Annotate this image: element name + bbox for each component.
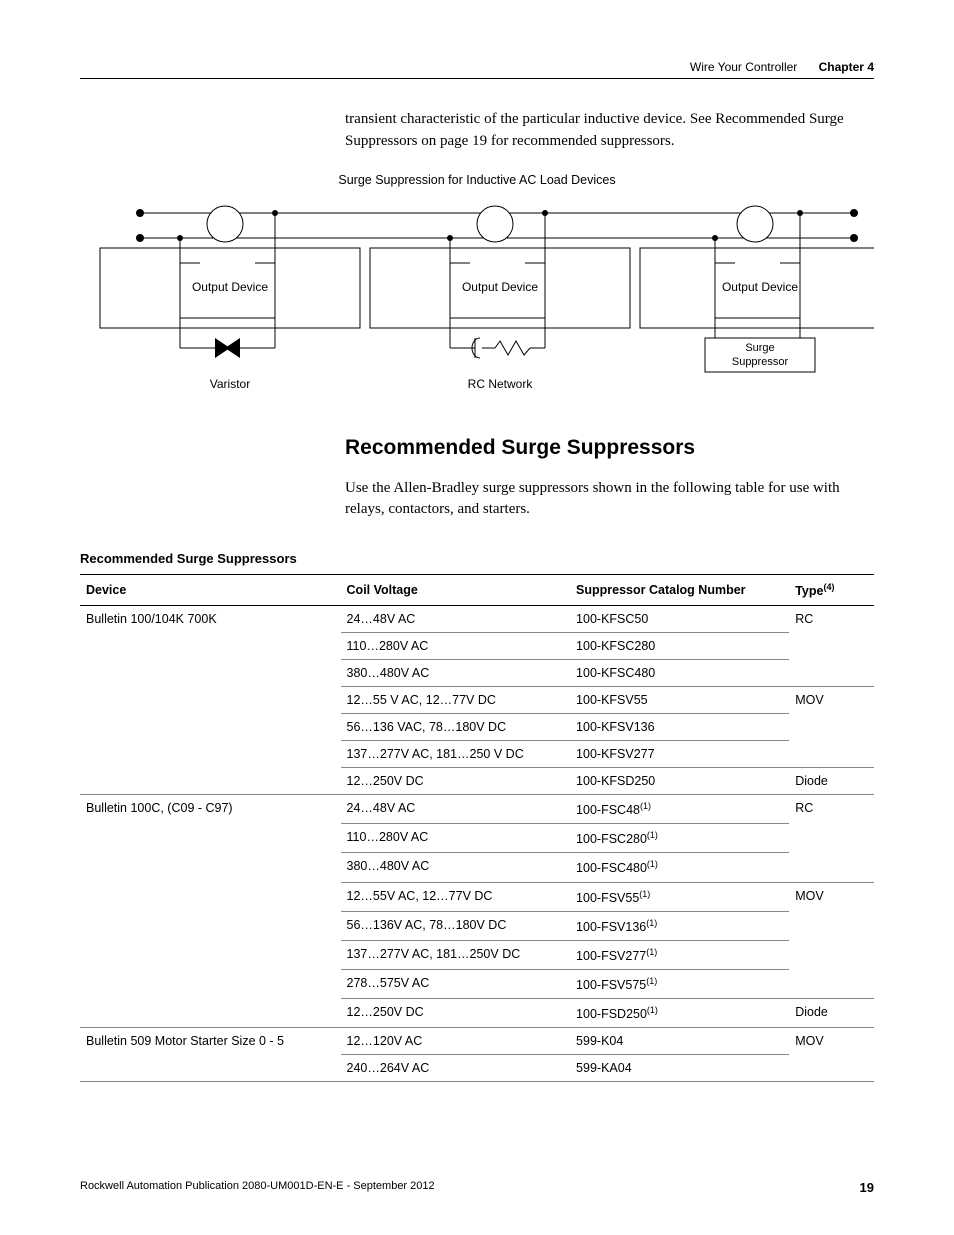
surge-suppression-diagram: Output Device Varistor Output Device (80, 193, 874, 403)
catalog-cell: 100-FSV277(1) (570, 940, 789, 969)
device-cell: Bulletin 100/104K 700K (80, 606, 341, 795)
catalog-cell: 100-KFSV136 (570, 714, 789, 741)
coil-cell: 110…280V AC (341, 824, 571, 853)
surge-suppressor-label-1: Surge (745, 342, 774, 354)
catalog-cell: 100-FSC480(1) (570, 853, 789, 882)
catalog-cell: 100-FSV575(1) (570, 970, 789, 999)
coil-cell: 12…120V AC (341, 1028, 571, 1055)
table-row: Bulletin 100/104K 700K24…48V AC100-KFSC5… (80, 606, 874, 633)
suppressor-table: Device Coil Voltage Suppressor Catalog N… (80, 574, 874, 1082)
publication-info: Rockwell Automation Publication 2080-UM0… (80, 1180, 435, 1195)
catalog-cell: 100-FSV55(1) (570, 882, 789, 911)
page-header: Wire Your Controller Chapter 4 (80, 60, 874, 79)
table-header-row: Device Coil Voltage Suppressor Catalog N… (80, 575, 874, 606)
coil-cell: 56…136V AC, 78…180V DC (341, 911, 571, 940)
coil-cell: 137…277V AC, 181…250 V DC (341, 741, 571, 768)
coil-cell: 12…250V DC (341, 768, 571, 795)
catalog-cell: 599-K04 (570, 1028, 789, 1055)
device-cell: Bulletin 100C, (C09 - C97) (80, 795, 341, 1028)
type-cell: MOV (789, 882, 874, 999)
type-cell: Diode (789, 999, 874, 1028)
output-device-label-3: Output Device (722, 280, 798, 294)
type-cell: MOV (789, 687, 874, 768)
device-cell: Bulletin 509 Motor Starter Size 0 - 5 (80, 1028, 341, 1082)
chapter-label: Chapter 4 (819, 60, 874, 74)
section-title: Wire Your Controller (690, 60, 797, 74)
surge-suppressor-label-2: Suppressor (732, 356, 789, 368)
coil-cell: 56…136 VAC, 78…180V DC (341, 714, 571, 741)
coil-cell: 12…55 V AC, 12…77V DC (341, 687, 571, 714)
catalog-cell: 100-KFSV277 (570, 741, 789, 768)
table-row: Bulletin 100C, (C09 - C97)24…48V AC100-F… (80, 795, 874, 824)
type-cell: Diode (789, 768, 874, 795)
catalog-cell: 100-FSC48(1) (570, 795, 789, 824)
page-footer: Rockwell Automation Publication 2080-UM0… (80, 1180, 874, 1195)
catalog-cell: 100-KFSC480 (570, 660, 789, 687)
coil-cell: 110…280V AC (341, 633, 571, 660)
output-device-label-1: Output Device (192, 280, 268, 294)
heading-recommended: Recommended Surge Suppressors (345, 436, 874, 460)
coil-cell: 12…250V DC (341, 999, 571, 1028)
catalog-cell: 100-FSC280(1) (570, 824, 789, 853)
body-recommended: Use the Allen-Bradley surge suppressors … (345, 478, 874, 522)
type-cell: RC (789, 606, 874, 687)
intro-paragraph: transient characteristic of the particul… (345, 109, 874, 153)
coil-cell: 24…48V AC (341, 606, 571, 633)
th-catalog: Suppressor Catalog Number (570, 575, 789, 606)
coil-cell: 380…480V AC (341, 853, 571, 882)
page-number: 19 (860, 1180, 874, 1195)
diagram-title: Surge Suppression for Inductive AC Load … (80, 173, 874, 187)
coil-cell: 278…575V AC (341, 970, 571, 999)
catalog-cell: 100-KFSC50 (570, 606, 789, 633)
catalog-cell: 100-FSD250(1) (570, 999, 789, 1028)
type-cell: MOV (789, 1028, 874, 1082)
coil-cell: 137…277V AC, 181…250V DC (341, 940, 571, 969)
type-cell: RC (789, 795, 874, 882)
table-title: Recommended Surge Suppressors (80, 551, 874, 566)
catalog-cell: 100-KFSD250 (570, 768, 789, 795)
varistor-label: Varistor (210, 377, 250, 391)
catalog-cell: 599-KA04 (570, 1055, 789, 1082)
coil-cell: 380…480V AC (341, 660, 571, 687)
th-type: Type(4) (789, 575, 874, 606)
coil-cell: 24…48V AC (341, 795, 571, 824)
th-device: Device (80, 575, 341, 606)
catalog-cell: 100-FSV136(1) (570, 911, 789, 940)
table-row: Bulletin 509 Motor Starter Size 0 - 512…… (80, 1028, 874, 1055)
catalog-cell: 100-KFSV55 (570, 687, 789, 714)
rc-network-label: RC Network (468, 377, 534, 391)
th-coil: Coil Voltage (341, 575, 571, 606)
coil-cell: 12…55V AC, 12…77V DC (341, 882, 571, 911)
catalog-cell: 100-KFSC280 (570, 633, 789, 660)
coil-cell: 240…264V AC (341, 1055, 571, 1082)
output-device-label-2: Output Device (462, 280, 538, 294)
